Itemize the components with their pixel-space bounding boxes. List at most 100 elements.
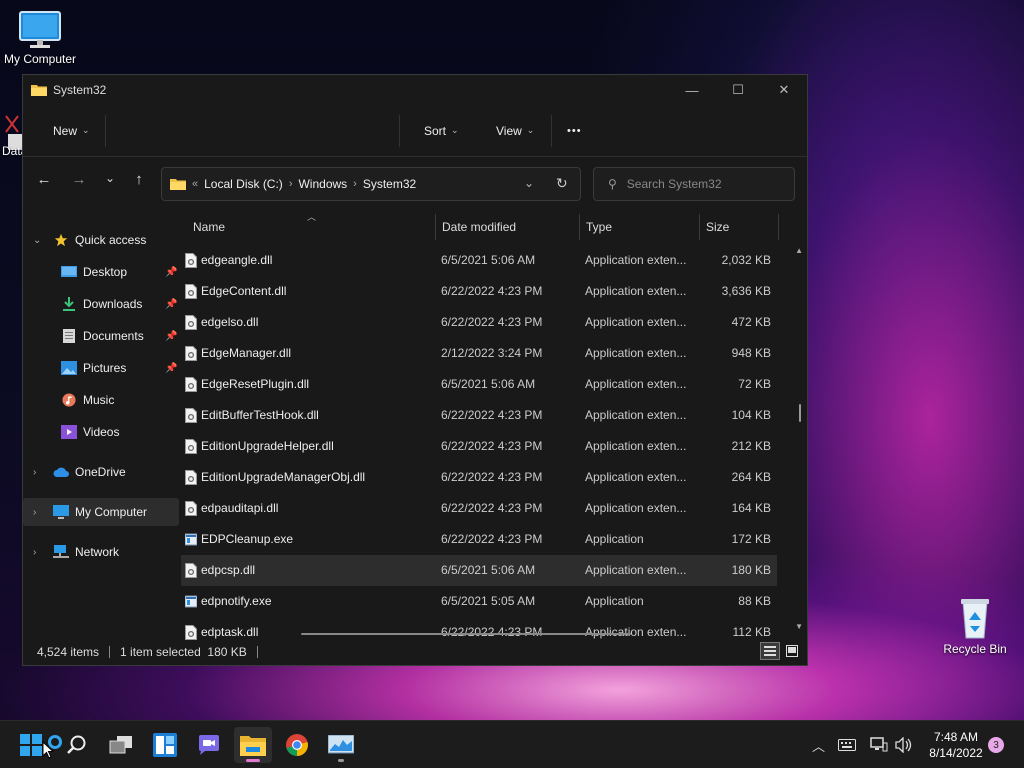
breadcrumb-system32[interactable]: System32: [363, 177, 416, 191]
search-box[interactable]: ⚲: [593, 167, 795, 201]
address-bar[interactable]: « Local Disk (C:) › Windows › System32 ⌄…: [161, 167, 581, 201]
file-row[interactable]: edptask.dll 6/22/2022 4:23 PM Application …: [181, 617, 777, 640]
file-size: 112 KB: [732, 625, 771, 639]
chevron-right-icon[interactable]: ›: [289, 178, 293, 190]
clock[interactable]: 7:48 AM 8/14/2022: [920, 729, 992, 761]
more-icon: •••: [567, 124, 582, 137]
chat-button[interactable]: [190, 727, 228, 763]
view-button[interactable]: View ⌄: [496, 124, 534, 138]
sidebar-item-quick-access[interactable]: ⌄ Quick access: [23, 226, 179, 254]
file-date-modified: 6/22/2022 4:23 PM: [441, 315, 543, 329]
chevron-right-icon[interactable]: ›: [33, 547, 36, 558]
desktop-icon-my-computer[interactable]: My Computer: [2, 10, 78, 66]
new-button[interactable]: New ⌄: [53, 124, 90, 138]
sidebar-item-pictures[interactable]: Pictures 📌: [23, 354, 179, 382]
column-divider[interactable]: [778, 214, 779, 240]
breadcrumb-local-disk[interactable]: Local Disk (C:): [204, 177, 283, 191]
resource-monitor-taskbar-button[interactable]: [322, 727, 360, 763]
sidebar-item-music[interactable]: Music: [23, 386, 179, 414]
vertical-scrollbar-thumb[interactable]: [799, 404, 801, 422]
task-view-button[interactable]: [102, 727, 140, 763]
chrome-taskbar-button[interactable]: [278, 727, 316, 763]
recent-locations-button[interactable]: ⌄: [95, 171, 125, 185]
selection-info: 1 item selected 180 KB: [120, 645, 247, 659]
chevron-right-icon[interactable]: ›: [33, 507, 36, 518]
clock-time: 7:48 AM: [933, 730, 979, 744]
file-size: 2,032 KB: [721, 253, 771, 267]
column-header-type[interactable]: Type: [586, 210, 696, 244]
search-input[interactable]: [626, 177, 777, 191]
file-row[interactable]: edgeangle.dll 6/5/2021 5:06 AM Application…: [181, 245, 777, 276]
scroll-up-arrow[interactable]: ▲: [795, 246, 803, 255]
file-type: Application: [585, 532, 644, 546]
file-row[interactable]: EdgeResetPlugin.dll 6/5/2021 5:06 AM Appli…: [181, 369, 777, 400]
file-row[interactable]: edpauditapi.dll 6/22/2022 4:23 PM Applicat…: [181, 493, 777, 524]
breadcrumb-windows[interactable]: Windows: [298, 177, 347, 191]
sidebar-item-network[interactable]: › Network: [23, 538, 179, 566]
file-row[interactable]: EdgeManager.dll 2/12/2022 3:24 PM Applicat…: [181, 338, 777, 369]
address-dropdown-button[interactable]: ⌄: [524, 176, 534, 190]
sidebar-item-label: Desktop: [83, 265, 128, 279]
volume-icon: [895, 737, 912, 753]
window-controls: — ☐ ✕: [669, 75, 807, 105]
column-header-size[interactable]: Size: [706, 210, 776, 244]
sidebar-item-my-computer[interactable]: › My Computer: [23, 498, 179, 526]
file-row[interactable]: EDPCleanup.exe 6/22/2022 4:23 PM Applicati…: [181, 524, 777, 555]
widgets-button[interactable]: [146, 727, 184, 763]
keyboard-button[interactable]: [838, 721, 856, 768]
up-button[interactable]: ↑: [124, 171, 154, 188]
column-divider[interactable]: [699, 214, 700, 240]
toolbar-divider: [551, 114, 552, 147]
desktop-icon-data[interactable]: Data: [0, 112, 24, 158]
videos-icon: [61, 425, 77, 439]
scroll-down-arrow[interactable]: ▼: [795, 622, 803, 631]
close-button[interactable]: ✕: [761, 75, 807, 105]
file-row[interactable]: EditionUpgradeManagerObj.dll 6/22/2022 4:…: [181, 462, 777, 493]
column-header-date[interactable]: Date modified: [442, 210, 577, 244]
status-divider: [109, 646, 111, 658]
column-divider[interactable]: [579, 214, 580, 240]
chevron-right-icon[interactable]: ›: [353, 178, 357, 190]
file-explorer-taskbar-button[interactable]: [234, 727, 272, 763]
sidebar-item-desktop[interactable]: Desktop 📌: [23, 258, 179, 286]
file-row[interactable]: edpnotify.exe 6/5/2021 5:05 AM Application…: [181, 586, 777, 617]
chevron-down-icon[interactable]: ⌄: [33, 235, 41, 246]
network-status-button[interactable]: [870, 721, 888, 768]
star-icon: [54, 233, 68, 247]
back-button[interactable]: ←: [29, 171, 59, 188]
more-options-button[interactable]: •••: [567, 125, 582, 137]
sidebar-item-label: My Computer: [75, 505, 148, 519]
sidebar-item-downloads[interactable]: Downloads 📌: [23, 290, 179, 318]
status-divider: [256, 646, 258, 658]
sidebar-item-documents[interactable]: Documents 📌: [23, 322, 179, 350]
title-bar[interactable]: System32 — ☐ ✕: [23, 75, 807, 105]
show-hidden-icons-button[interactable]: ︿: [812, 721, 825, 768]
horizontal-scrollbar-thumb[interactable]: [301, 633, 631, 635]
file-row[interactable]: EditBufferTestHook.dll 6/22/2022 4:23 PM A…: [181, 400, 777, 431]
sort-button[interactable]: Sort ⌄: [424, 124, 459, 138]
column-divider[interactable]: [435, 214, 436, 240]
overflow-icon[interactable]: «: [192, 178, 198, 190]
window-title: System32: [53, 83, 107, 97]
sidebar-item-label: Music: [83, 393, 115, 407]
file-row[interactable]: EditionUpgradeHelper.dll 6/22/2022 4:23 P…: [181, 431, 777, 462]
volume-button[interactable]: [895, 721, 913, 768]
column-header-label: Name: [193, 220, 226, 234]
file-row[interactable]: edgelso.dll 6/22/2022 4:23 PM Application …: [181, 307, 777, 338]
large-icons-view-button[interactable]: [782, 642, 802, 660]
chevron-right-icon[interactable]: ›: [33, 467, 36, 478]
search-button[interactable]: [58, 727, 96, 763]
desktop-icon-recycle-bin[interactable]: Recycle Bin: [938, 596, 1012, 656]
forward-button[interactable]: →: [64, 171, 94, 188]
maximize-button[interactable]: ☐: [715, 75, 761, 105]
file-type: Application exten...: [585, 439, 687, 453]
file-size: 172 KB: [731, 532, 771, 546]
minimize-button[interactable]: —: [669, 75, 715, 105]
file-row[interactable]: edpcsp.dll 6/5/2021 5:06 AM Application ex…: [181, 555, 777, 586]
file-row[interactable]: EdgeContent.dll 6/22/2022 4:23 PM Applicat…: [181, 276, 777, 307]
details-view-button[interactable]: [760, 642, 780, 660]
refresh-button[interactable]: ↻: [556, 175, 568, 192]
notification-badge[interactable]: 3: [988, 737, 1004, 753]
sidebar-item-videos[interactable]: Videos: [23, 418, 179, 446]
sidebar-item-onedrive[interactable]: › OneDrive: [23, 458, 179, 486]
